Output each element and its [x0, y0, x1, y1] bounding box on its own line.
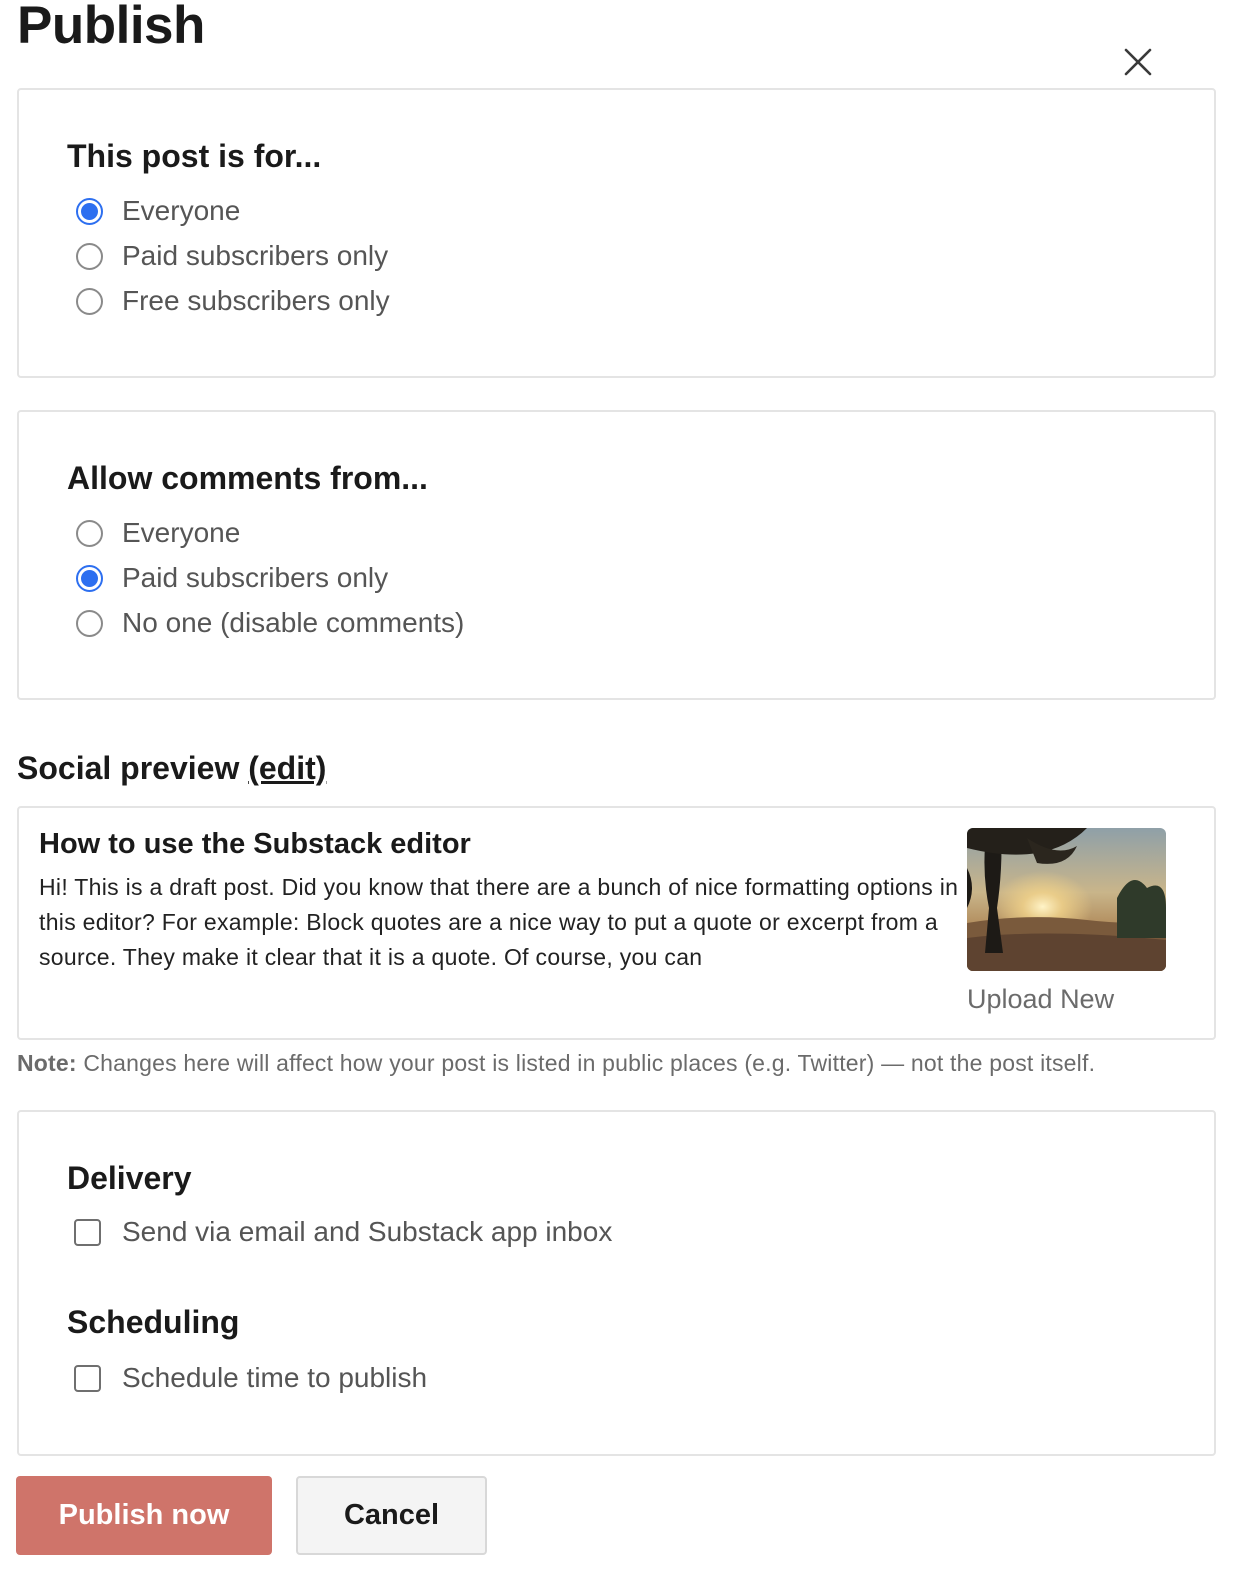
note-text: Changes here will affect how your post i… — [76, 1050, 1096, 1076]
radio-button-checked[interactable] — [76, 564, 103, 592]
schedule-option[interactable]: Schedule time to publish — [74, 1360, 427, 1396]
comments-option-none[interactable]: No one (disable comments) — [76, 605, 464, 641]
social-preview-title: Social preview — [17, 750, 240, 786]
option-label: Everyone — [122, 517, 241, 548]
page-title: Publish — [17, 0, 205, 55]
tree-sunset-photo — [967, 828, 1166, 971]
option-label: No one (disable comments) — [122, 607, 465, 638]
social-preview-heading: Social preview (edit) — [17, 748, 326, 788]
scheduling-heading: Scheduling — [67, 1304, 240, 1340]
delivery-heading: Delivery — [67, 1160, 192, 1196]
delivery-scheduling-section: Delivery Send via email and Substack app… — [17, 1110, 1216, 1456]
option-label: Paid subscribers only — [122, 562, 389, 593]
option-label: Send via email and Substack app inbox — [122, 1216, 613, 1247]
checkbox[interactable] — [74, 1364, 101, 1392]
social-preview-card: How to use the Substack editor Hi! This … — [17, 806, 1216, 1040]
comments-section: Allow comments from... Everyone Paid sub… — [17, 410, 1216, 700]
preview-note: Note: Changes here will affect how your … — [17, 1047, 1095, 1079]
comments-option-paid[interactable]: Paid subscribers only — [76, 560, 388, 596]
audience-option-free[interactable]: Free subscribers only — [76, 283, 390, 319]
publish-now-button[interactable]: Publish now — [16, 1476, 272, 1555]
preview-post-title: How to use the Substack editor — [39, 828, 471, 860]
audience-heading: This post is for... — [67, 138, 322, 174]
comments-option-everyone[interactable]: Everyone — [76, 515, 240, 551]
publish-dialog: Publish This post is for... Everyone Pai… — [0, 0, 1242, 1582]
audience-option-everyone[interactable]: Everyone — [76, 193, 240, 229]
preview-thumbnail-image[interactable] — [967, 828, 1166, 971]
radio-button[interactable] — [76, 242, 103, 270]
radio-button-checked[interactable] — [76, 197, 103, 225]
option-label: Everyone — [122, 195, 241, 226]
radio-button[interactable] — [76, 609, 103, 637]
checkbox[interactable] — [74, 1218, 101, 1246]
send-email-option[interactable]: Send via email and Substack app inbox — [74, 1214, 612, 1250]
edit-link[interactable]: (edit) — [248, 750, 326, 786]
radio-button[interactable] — [76, 287, 103, 315]
radio-button[interactable] — [76, 519, 103, 547]
option-label: Paid subscribers only — [122, 240, 389, 271]
note-label: Note: — [17, 1050, 77, 1076]
comments-heading: Allow comments from... — [67, 460, 428, 496]
option-label: Free subscribers only — [122, 285, 390, 316]
audience-option-paid[interactable]: Paid subscribers only — [76, 238, 388, 274]
upload-new-link[interactable]: Upload New — [967, 982, 1114, 1016]
option-label: Schedule time to publish — [122, 1362, 428, 1393]
close-icon — [1124, 48, 1152, 76]
cancel-button[interactable]: Cancel — [296, 1476, 487, 1555]
preview-post-description: Hi! This is a draft post. Did you know t… — [39, 874, 959, 970]
audience-section: This post is for... Everyone Paid subscr… — [17, 88, 1216, 378]
close-button[interactable] — [1120, 44, 1156, 80]
